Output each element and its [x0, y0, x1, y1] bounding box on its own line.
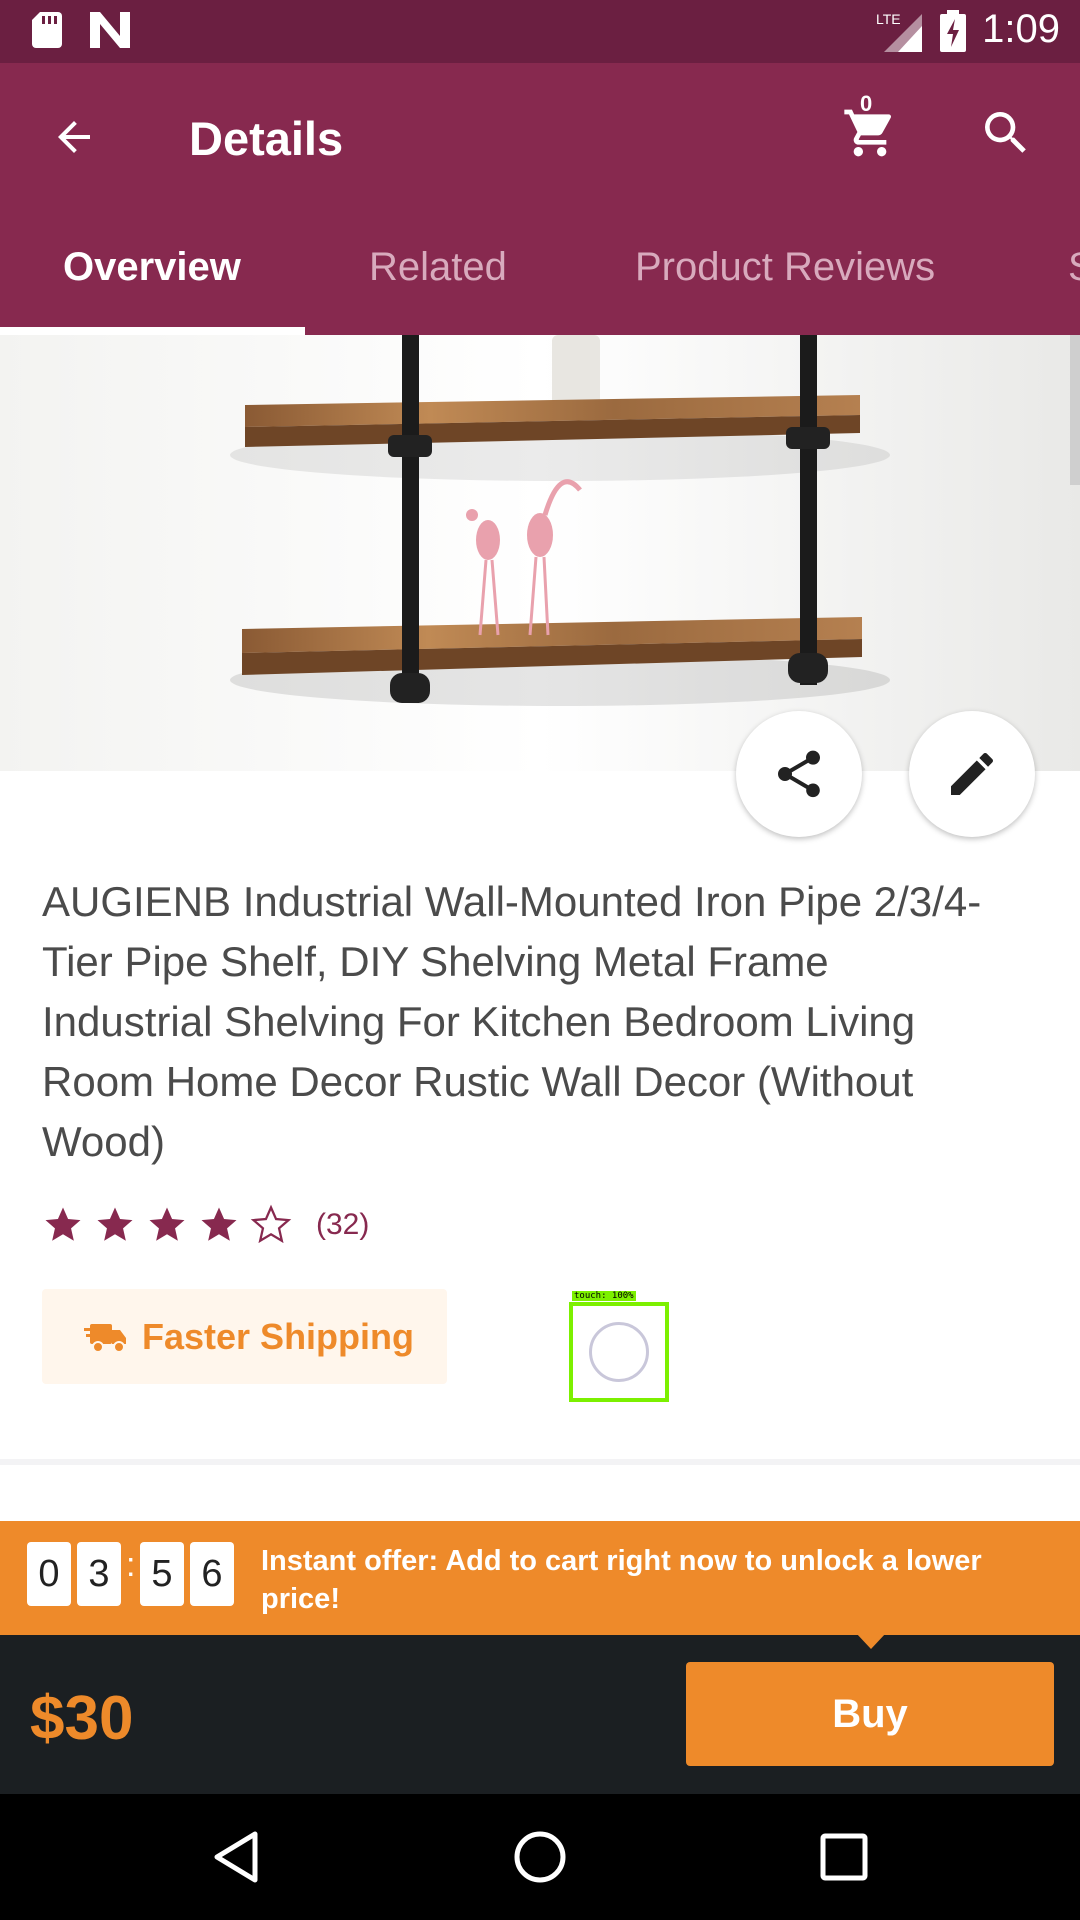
offer-pointer [856, 1633, 886, 1649]
product-title: AUGIENB Industrial Wall-Mounted Iron Pip… [42, 878, 982, 1165]
touch-circle [589, 1322, 649, 1382]
nav-back-button[interactable] [191, 1812, 281, 1902]
pencil-icon [951, 752, 994, 795]
square-recents-icon [820, 1833, 868, 1881]
back-button[interactable] [26, 89, 122, 185]
sd-card-icon [32, 12, 62, 48]
signal-lte-icon: LTE [876, 11, 922, 52]
status-bar: LTE 1:09 [0, 0, 1080, 63]
search-icon [985, 112, 1026, 153]
star-filled-icon [97, 1207, 133, 1241]
triangle-back-icon [214, 1831, 258, 1883]
faster-shipping-badge: Faster Shipping [42, 1289, 447, 1384]
search-button[interactable] [958, 85, 1054, 181]
timer-digit: 6 [190, 1542, 234, 1606]
review-count: (32) [316, 1208, 370, 1241]
edit-button[interactable] [909, 711, 1035, 837]
section-divider [0, 1459, 1080, 1465]
cart-button[interactable]: 0 [822, 85, 918, 181]
app-bar: Details 0 Overview Related Product Revie… [0, 63, 1080, 335]
page-title: Details [189, 112, 344, 165]
price: $30 [30, 1684, 134, 1753]
star-filled-icon [149, 1207, 185, 1241]
timer-digit: 5 [140, 1542, 184, 1606]
tab-overview[interactable]: Overview [63, 245, 241, 290]
share-button[interactable] [736, 711, 862, 837]
truck-icon [84, 1323, 126, 1353]
timer-digit: 3 [77, 1542, 121, 1606]
status-time: 1:09 [982, 7, 1060, 51]
instant-offer-banner[interactable]: 0 3 : 5 6 Instant offer: Add to cart rig… [0, 1521, 1080, 1635]
nav-home-button[interactable] [495, 1812, 585, 1902]
touch-indicator [569, 1302, 669, 1402]
svg-text:LTE: LTE [876, 11, 901, 27]
nav-recents-button[interactable] [799, 1812, 889, 1902]
buy-bar: $30 Buy [0, 1635, 1080, 1794]
battery-charging-icon [940, 10, 966, 52]
tab-related[interactable]: Related [369, 245, 507, 290]
share-icon [778, 750, 820, 798]
tab-indicator [0, 327, 305, 335]
n-logo-icon [90, 12, 130, 48]
timer-separator: : [126, 1546, 136, 1584]
timer-digit: 0 [27, 1542, 71, 1606]
cart-count-badge: 0 [860, 91, 873, 116]
product-image[interactable] [0, 335, 1080, 771]
buy-button[interactable]: Buy [686, 1662, 1054, 1766]
hero-scrollbar [1070, 335, 1080, 485]
touch-indicator-label: touch: 100% [572, 1291, 636, 1301]
back-arrow-icon [58, 121, 90, 153]
product-photo [0, 335, 1080, 771]
star-empty-icon [250, 1204, 292, 1244]
star-filled-icon [201, 1207, 237, 1241]
offer-text: Instant offer: Add to cart right now to … [261, 1545, 982, 1615]
system-nav-bar [0, 1794, 1080, 1920]
circle-home-icon [514, 1831, 566, 1883]
tab-partial[interactable]: S [1068, 245, 1080, 290]
star-filled-icon [45, 1207, 81, 1241]
faster-shipping-label: Faster Shipping [142, 1315, 415, 1357]
rating-row[interactable]: (32) [42, 1204, 369, 1246]
tab-product-reviews[interactable]: Product Reviews [635, 245, 935, 290]
